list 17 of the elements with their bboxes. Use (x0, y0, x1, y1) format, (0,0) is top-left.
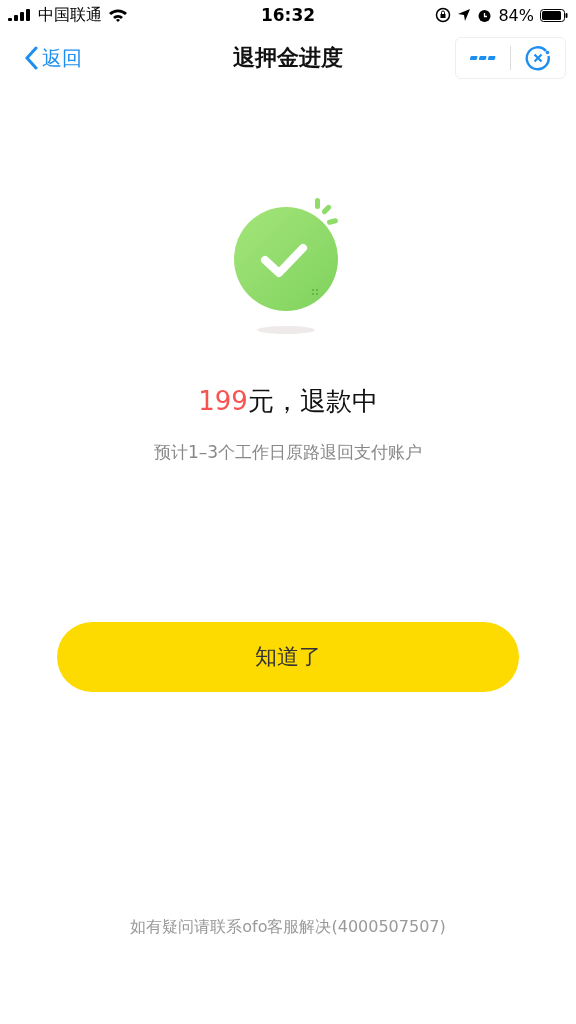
page-title: 退押金进度 (233, 44, 343, 72)
battery-icon (540, 8, 568, 22)
signal-icon (8, 9, 32, 21)
wifi-icon (108, 8, 128, 22)
alarm-icon (477, 7, 493, 23)
close-icon (525, 45, 551, 71)
refund-note: 预计1–3个工作日原路退回支付账户 (153, 441, 423, 464)
confirm-button[interactable]: 知道了 (57, 622, 519, 692)
battery-percent: 84% (498, 5, 534, 25)
chevron-left-icon (24, 46, 38, 70)
carrier-name: 中国联通 (38, 4, 102, 26)
more-icon (470, 55, 496, 61)
support-note: 如有疑问请联系ofo客服解决(4000507507) (129, 917, 447, 938)
location-icon (457, 8, 472, 22)
rotation-lock-icon (435, 7, 452, 23)
refund-status: 199元，退款中 (198, 385, 378, 418)
clock-time: 16:32 (260, 5, 316, 25)
